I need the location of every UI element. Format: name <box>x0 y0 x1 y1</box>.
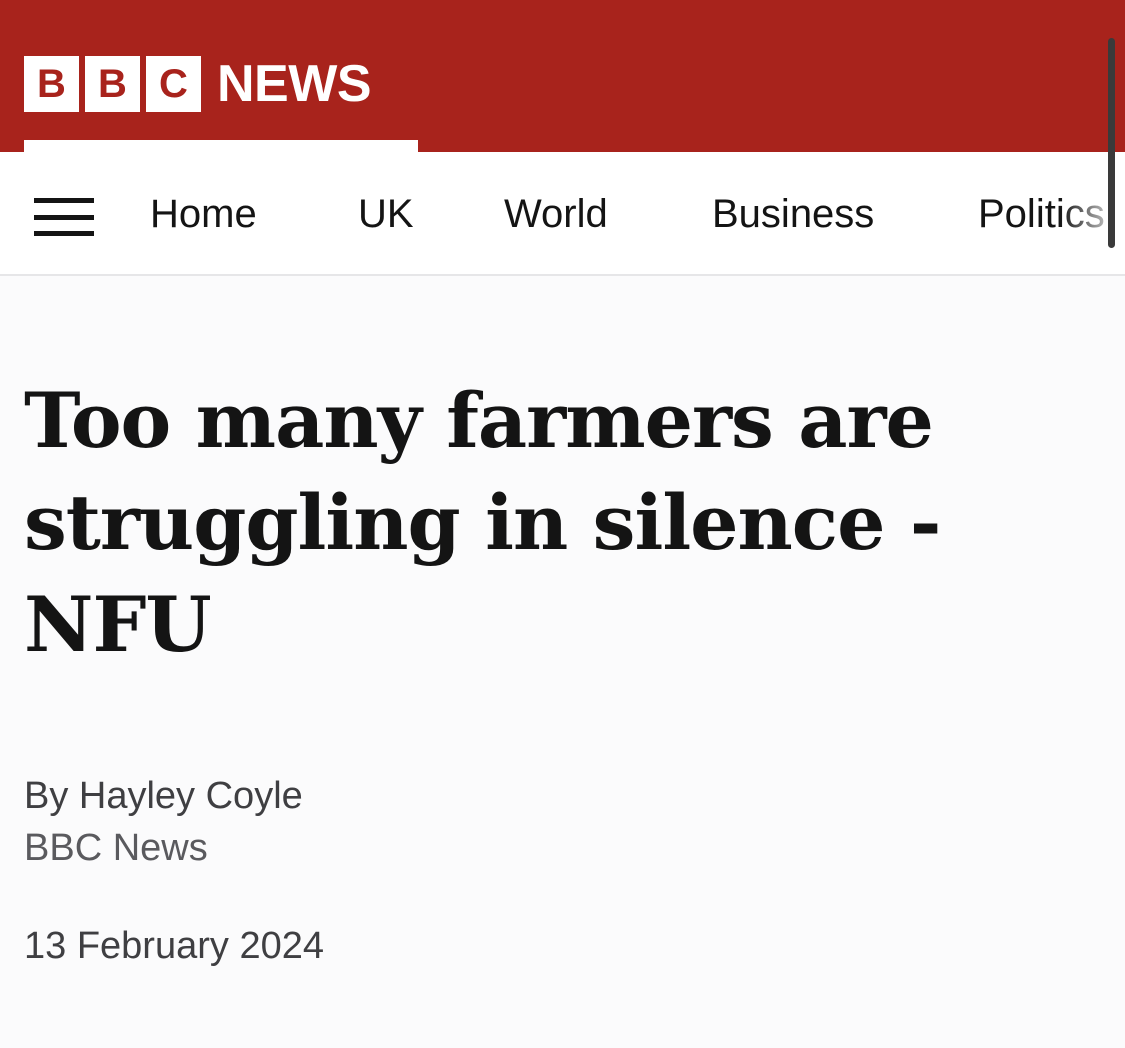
nav-scroll-area[interactable]: Home UK World Business Politics <box>0 152 1110 274</box>
masthead: B B C NEWS <box>0 0 1125 152</box>
menu-line <box>34 231 94 236</box>
article-date: 13 February 2024 <box>24 925 324 967</box>
nav-item-world[interactable]: World <box>504 188 608 240</box>
active-section-indicator <box>24 140 418 152</box>
page: B B C NEWS Home UK World Business Politi… <box>0 0 1125 1048</box>
article-byline: By Hayley Coyle <box>24 775 303 817</box>
menu-line <box>34 198 94 203</box>
logo-block-b1: B <box>24 56 79 112</box>
logo-block-c: C <box>146 56 201 112</box>
nav-item-business[interactable]: Business <box>712 188 874 240</box>
nav-item-uk[interactable]: UK <box>358 188 414 240</box>
bbc-news-logo[interactable]: B B C NEWS <box>24 55 372 113</box>
article-headline: Too many farmers are struggling in silen… <box>24 376 941 669</box>
nav-fade-overlay <box>1060 152 1125 274</box>
logo-news-text: NEWS <box>217 55 372 113</box>
nav-item-home[interactable]: Home <box>150 188 257 240</box>
menu-line <box>34 214 94 220</box>
hamburger-menu-icon[interactable] <box>34 198 94 236</box>
scrollbar[interactable] <box>1108 38 1115 248</box>
article-source: BBC News <box>24 827 208 869</box>
navigation-bar: Home UK World Business Politics <box>0 152 1125 276</box>
logo-block-b2: B <box>85 56 140 112</box>
